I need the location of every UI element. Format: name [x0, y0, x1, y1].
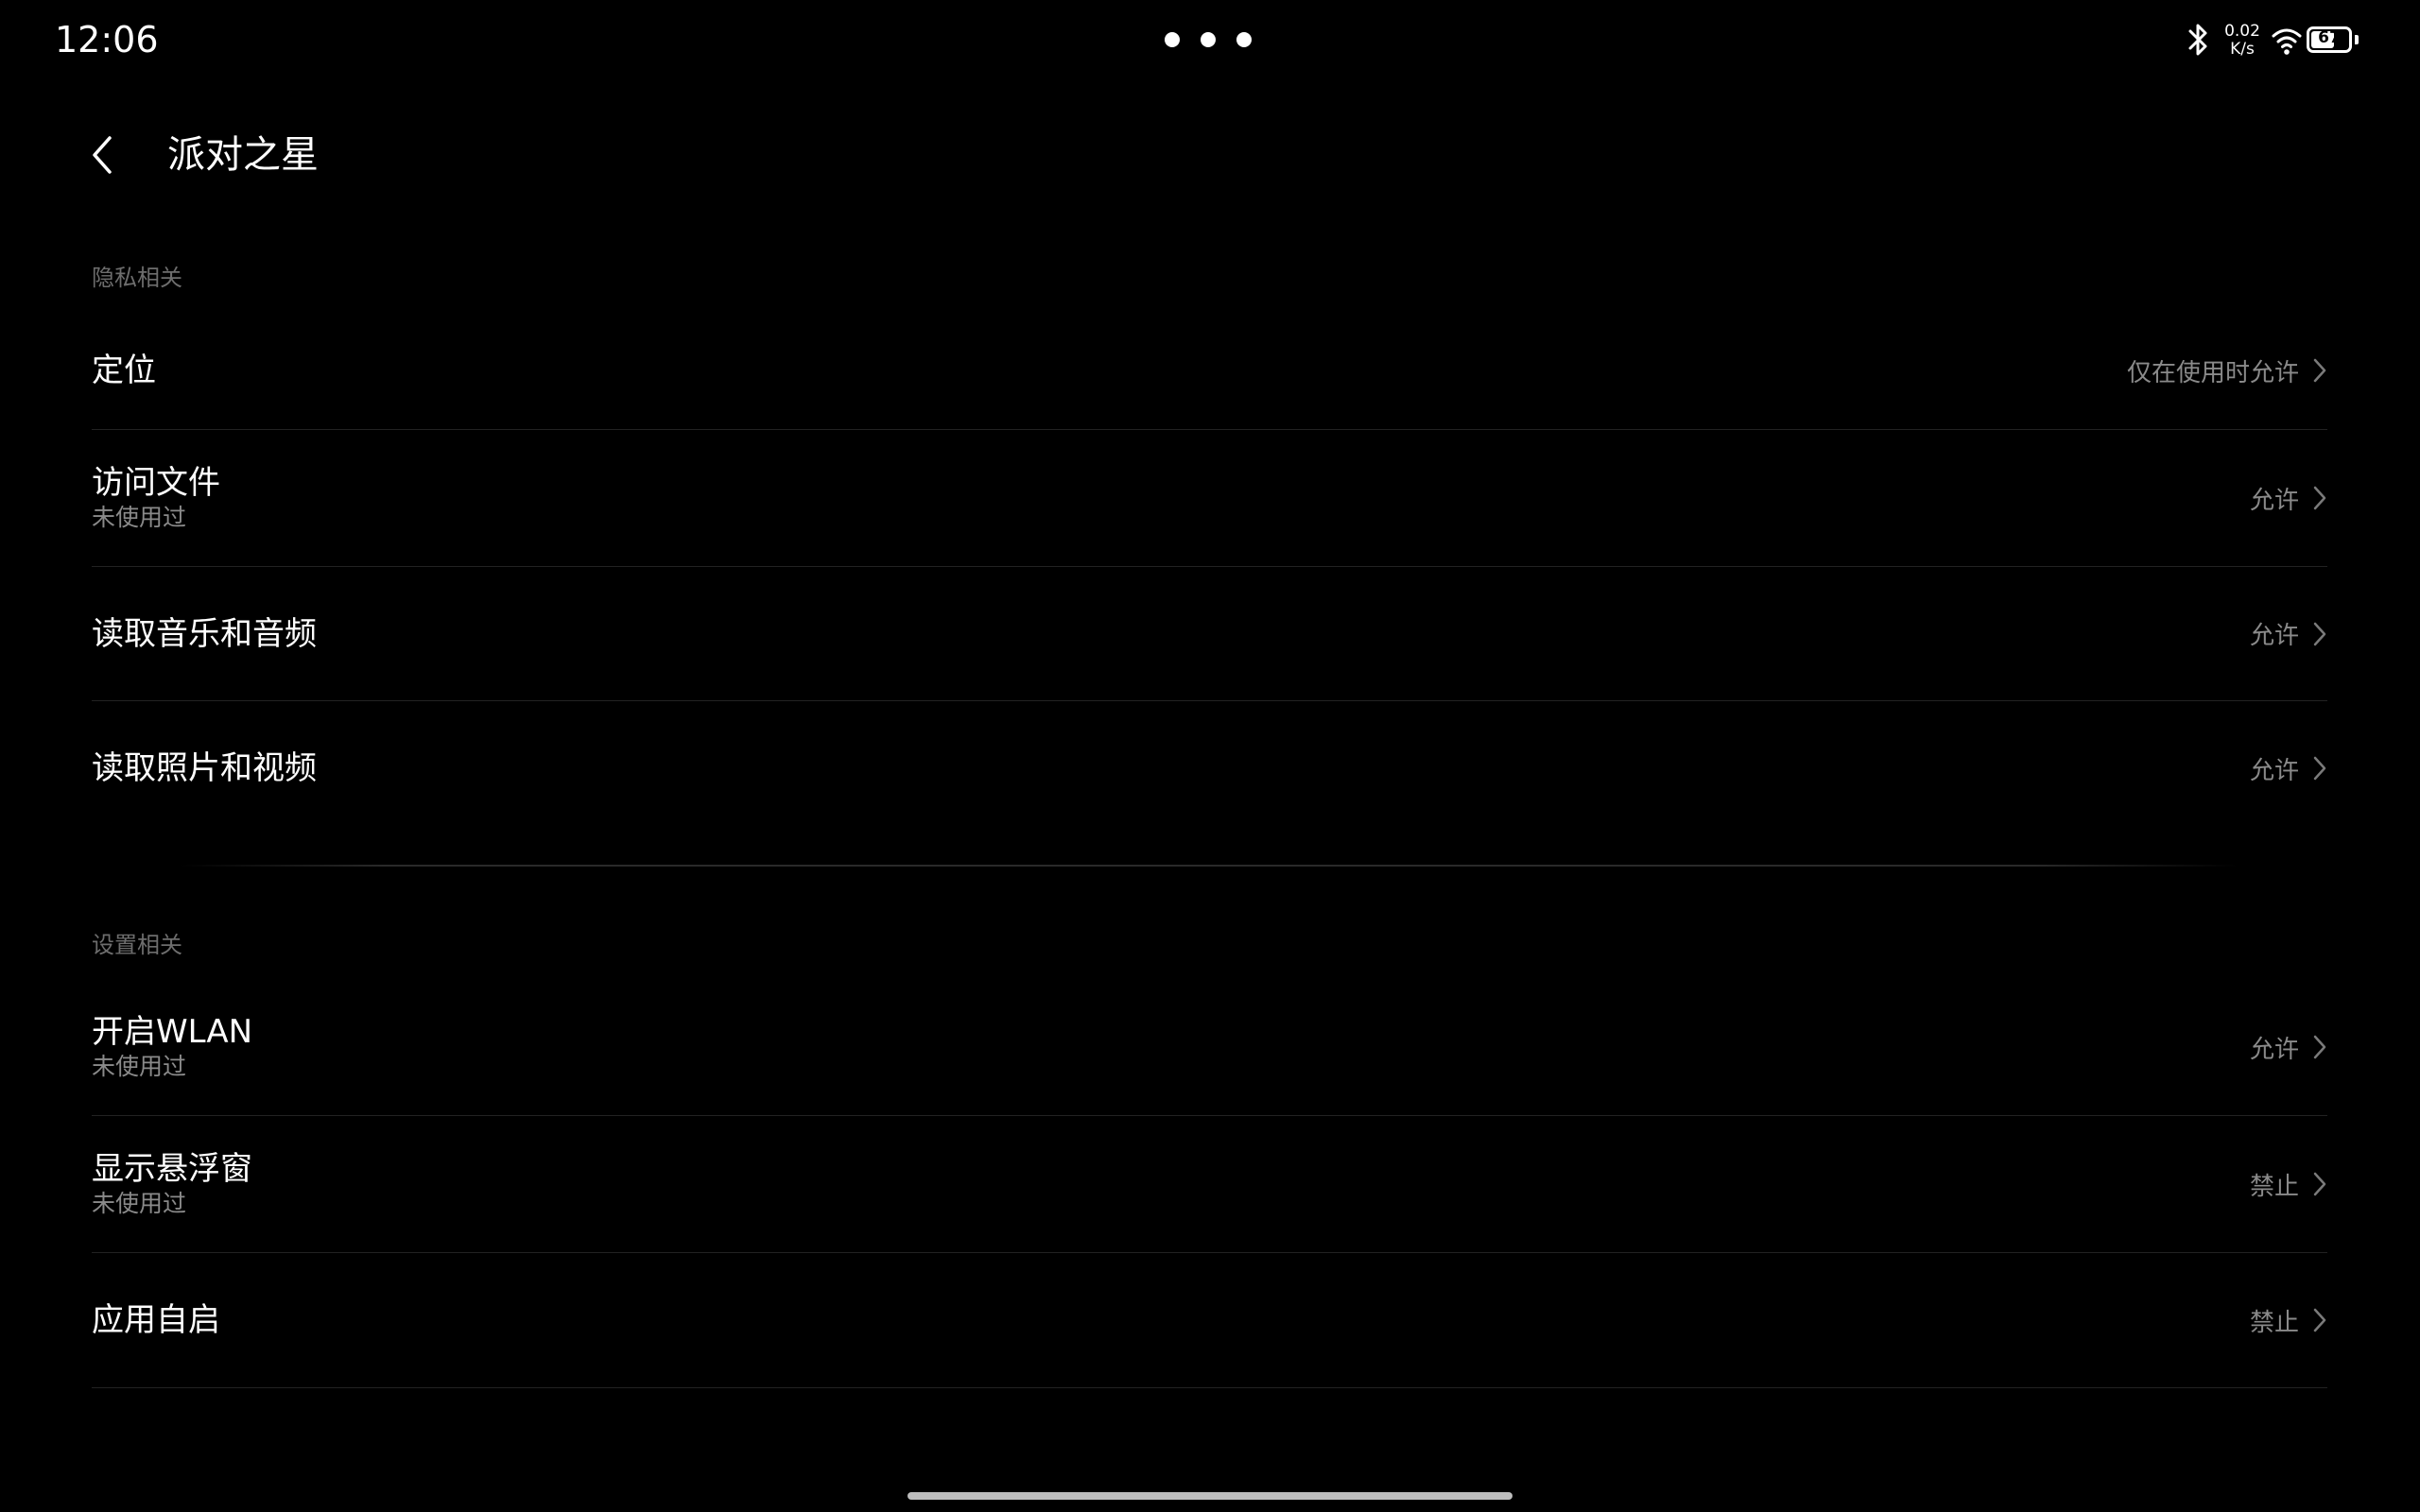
row-right: 禁止	[2250, 1253, 2327, 1387]
row-right: 禁止	[2250, 1116, 2327, 1252]
row-text: 开启WLAN 未使用过	[92, 979, 252, 1115]
back-button[interactable]	[83, 132, 123, 178]
chevron-right-icon	[2312, 1171, 2327, 1197]
row-title: 显示悬浮窗	[92, 1150, 252, 1188]
multitask-dots[interactable]	[1165, 32, 1252, 47]
row-text: 读取照片和视频	[92, 701, 317, 835]
bluetooth-icon	[2188, 24, 2207, 56]
row-right: 允许	[2250, 701, 2327, 835]
chevron-right-icon	[2312, 621, 2327, 647]
row-right: 仅在使用时允许	[2127, 312, 2327, 429]
row-title: 读取照片和视频	[92, 749, 317, 787]
row-subtitle: 未使用过	[92, 1053, 187, 1080]
row-value: 禁止	[2249, 1172, 2299, 1201]
row-text: 应用自启	[92, 1253, 220, 1387]
row-right: 允许	[2250, 567, 2327, 700]
permission-row-files[interactable]: 访问文件 未使用过 允许	[92, 430, 2327, 567]
network-speed-value: 0.02	[2224, 22, 2260, 41]
chevron-right-icon	[2312, 1307, 2327, 1333]
row-text: 访问文件 未使用过	[92, 430, 220, 566]
row-value: 允许	[2249, 486, 2299, 515]
dot-icon	[1236, 32, 1252, 47]
row-value: 允许	[2249, 756, 2299, 785]
header: 派对之星	[0, 113, 2420, 198]
row-value: 禁止	[2249, 1308, 2299, 1337]
page-title: 派对之星	[167, 133, 319, 177]
permission-row-photos-videos[interactable]: 读取照片和视频 允许	[92, 701, 2327, 835]
row-value: 允许	[2249, 622, 2299, 650]
battery-tip	[2355, 35, 2359, 44]
section-header-settings: 设置相关	[92, 932, 182, 958]
row-title: 读取音乐和音频	[92, 614, 317, 653]
chevron-right-icon	[2312, 485, 2327, 511]
status-icons: 0.02 K/s 67	[2184, 21, 2363, 62]
chevron-right-icon	[2312, 1034, 2327, 1060]
permission-row-floating-window[interactable]: 显示悬浮窗 未使用过 禁止	[92, 1116, 2327, 1253]
wifi-icon	[2272, 28, 2302, 55]
row-text: 显示悬浮窗 未使用过	[92, 1116, 252, 1252]
section-divider	[180, 865, 2238, 867]
row-right: 允许	[2250, 430, 2327, 566]
section-header-privacy: 隐私相关	[92, 265, 182, 291]
row-title: 定位	[92, 352, 156, 389]
dot-icon	[1201, 32, 1216, 47]
row-value: 允许	[2249, 1035, 2299, 1064]
chevron-right-icon	[2312, 755, 2327, 782]
row-subtitle: 未使用过	[92, 1190, 187, 1217]
dot-icon	[1165, 32, 1180, 47]
status-bar: 12:06 0.02 K/s 67	[0, 0, 2420, 83]
chevron-left-icon	[93, 136, 112, 174]
row-subtitle: 未使用过	[92, 504, 187, 531]
network-speed: 0.02 K/s	[2220, 23, 2265, 59]
row-text: 定位	[92, 312, 156, 429]
row-value: 仅在使用时允许	[2126, 358, 2299, 387]
permission-row-music-audio[interactable]: 读取音乐和音频 允许	[92, 567, 2327, 701]
chevron-right-icon	[2312, 357, 2327, 384]
status-time: 12:06	[55, 19, 159, 60]
battery-icon: 67	[2307, 26, 2352, 53]
row-right: 允许	[2250, 979, 2327, 1115]
home-indicator[interactable]	[908, 1492, 1512, 1500]
permission-row-auto-start[interactable]: 应用自启 禁止	[92, 1253, 2327, 1388]
row-title: 应用自启	[92, 1301, 220, 1339]
row-title: 开启WLAN	[92, 1013, 253, 1051]
row-title: 访问文件	[92, 464, 220, 502]
permission-row-location[interactable]: 定位 仅在使用时允许	[92, 312, 2327, 430]
battery-level: 67	[2318, 28, 2341, 47]
network-speed-unit: K/s	[2230, 40, 2255, 59]
row-text: 读取音乐和音频	[92, 567, 317, 700]
permission-row-wlan[interactable]: 开启WLAN 未使用过 允许	[92, 979, 2327, 1116]
